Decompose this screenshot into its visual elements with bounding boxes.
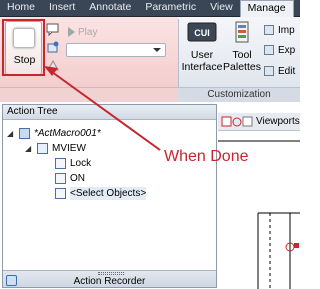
tree-item-macro[interactable]: ◢ *ActMacro001* (7, 127, 101, 140)
chevron-down-icon (153, 48, 161, 52)
play-icon (68, 27, 75, 37)
viewport-toolbar-icons[interactable] (221, 116, 253, 128)
tab-parametric[interactable]: Parametric (138, 0, 203, 16)
export-button[interactable]: Exp (264, 43, 295, 57)
value-icon (55, 173, 66, 184)
customization-panel-title[interactable]: Customization (178, 87, 300, 102)
tab-home[interactable]: Home (0, 0, 42, 16)
value-icon (55, 188, 66, 199)
macro-dropdown[interactable] (66, 43, 166, 57)
ribbon: Stop Play CUI User Interface Tool Palett… (0, 17, 300, 102)
tree-item-label: *ActMacro001* (34, 128, 101, 139)
export-icon (264, 45, 274, 55)
tree-item-value[interactable]: <Select Objects> (55, 187, 147, 200)
tree-item-label: ON (70, 173, 85, 184)
tab-annotate[interactable]: Annotate (82, 0, 138, 16)
tree-item-label: <Select Objects> (70, 187, 147, 200)
request-input-icon[interactable] (46, 41, 60, 54)
tree-item-command[interactable]: ◢ MVIEW (25, 142, 86, 155)
tree-item-value[interactable]: ON (55, 172, 85, 185)
collapse-icon[interactable]: ◢ (25, 142, 33, 155)
tool-palettes-button[interactable]: Tool Palettes (220, 21, 264, 73)
play-label: Play (78, 26, 98, 38)
tab-view[interactable]: View (203, 0, 240, 16)
insert-base-point-icon[interactable] (46, 59, 60, 72)
command-icon (37, 143, 48, 154)
tool-palettes-label: Tool Palettes (223, 49, 261, 73)
tree-item-label: MVIEW (52, 143, 86, 154)
viewports-bar: Viewports (218, 113, 300, 131)
user-interface-button[interactable]: CUI User Interface (180, 21, 224, 73)
action-recorder-footer[interactable]: Action Recorder (3, 270, 216, 287)
action-recorder-panel-title[interactable] (0, 87, 178, 102)
tree-item-value[interactable]: Lock (55, 157, 91, 170)
action-recorder-label: Action Recorder (73, 276, 146, 287)
highlight-box (2, 19, 45, 76)
collapse-icon[interactable]: ◢ (7, 127, 15, 140)
insert-message-icon[interactable] (46, 23, 60, 36)
action-tree-panel: Action Tree ◢ *ActMacro001* ◢ MVIEW Lock… (2, 104, 217, 288)
resize-grip[interactable] (98, 272, 124, 275)
cui-badge: CUI (194, 28, 210, 38)
import-icon (264, 25, 274, 35)
viewports-label: Viewports (256, 116, 300, 127)
import-button[interactable]: Imp (264, 23, 295, 37)
edit-aliases-button[interactable]: Edit (264, 64, 295, 78)
annotation-text: When Done (164, 148, 249, 165)
macro-icon (19, 128, 30, 139)
ribbon-tab-bar: Home Insert Annotate Parametric View Man… (0, 0, 300, 17)
edit-icon (264, 66, 274, 76)
export-label: Exp (278, 44, 296, 56)
tree-item-label: Lock (70, 158, 92, 169)
import-label: Imp (278, 24, 295, 36)
action-tree-title: Action Tree (3, 105, 216, 120)
cui-icon: CUI (187, 22, 217, 42)
user-interface-label: User Interface (181, 49, 223, 73)
play-button[interactable]: Play (68, 25, 97, 39)
value-icon (55, 158, 66, 169)
edit-label: Edit (278, 65, 296, 77)
tool-palettes-icon (235, 21, 249, 43)
tab-insert[interactable]: Insert (42, 0, 82, 16)
tab-manage[interactable]: Manage (239, 0, 294, 17)
